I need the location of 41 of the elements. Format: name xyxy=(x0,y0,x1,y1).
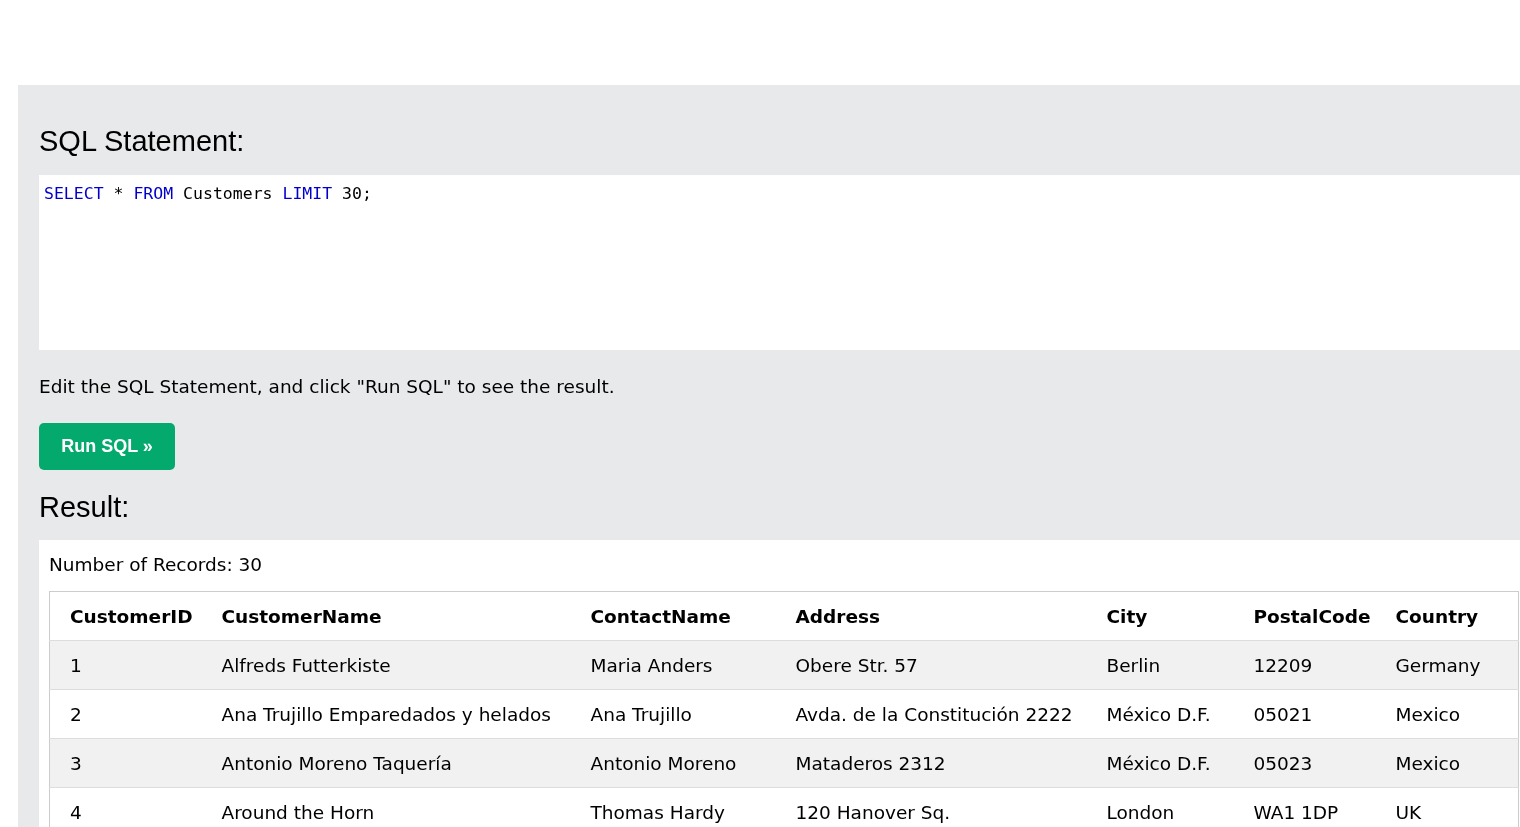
record-count-text: Number of Records: 30 xyxy=(49,553,263,577)
table-cell: 4 xyxy=(49,787,202,827)
column-header: ContactName xyxy=(570,591,776,641)
column-header: City xyxy=(1086,591,1234,641)
section-heading: Result: xyxy=(39,490,130,525)
table-cell: Ana Trujillo Emparedados y helados xyxy=(201,689,571,739)
table-cell: 3 xyxy=(49,738,202,788)
table-cell: 05021 xyxy=(1233,689,1376,739)
table-cell: Maria Anders xyxy=(570,640,776,690)
sql-editor-field[interactable]: SELECT * FROM Customers LIMIT 30; xyxy=(39,175,1520,350)
table-cell: Mexico xyxy=(1375,689,1519,739)
table-cell: Thomas Hardy xyxy=(570,787,776,827)
table-cell: 12209 xyxy=(1233,640,1376,690)
table-cell: Antonio Moreno xyxy=(570,738,776,788)
table-cell: Mexico xyxy=(1375,738,1519,788)
column-header: CustomerID xyxy=(49,591,202,641)
table-cell: 05023 xyxy=(1233,738,1376,788)
column-header: Address xyxy=(775,591,1087,641)
column-header: PostalCode xyxy=(1233,591,1376,641)
column-header: CustomerName xyxy=(201,591,571,641)
table-cell: 2 xyxy=(49,689,202,739)
instruction-text: Edit the SQL Statement, and click "Run SQL" to see the result. xyxy=(39,375,615,399)
table-cell: 120 Hanover Sq. xyxy=(775,787,1087,827)
table-cell: Mataderos 2312 xyxy=(775,738,1087,788)
table-cell: WA1 1DP xyxy=(1233,787,1376,827)
table-cell: Around the Horn xyxy=(201,787,571,827)
sql-code-line: SELECT * FROM Customers LIMIT 30; xyxy=(44,183,372,205)
table-cell: Avda. de la Constitución 2222 xyxy=(775,689,1087,739)
table-cell: UK xyxy=(1375,787,1519,827)
section-heading: SQL Statement: xyxy=(39,124,245,159)
table-cell: Alfreds Futterkiste xyxy=(201,640,571,690)
table-cell: Germany xyxy=(1375,640,1519,690)
table-cell: Obere Str. 57 xyxy=(775,640,1087,690)
table-cell: México D.F. xyxy=(1086,738,1234,788)
table-cell: Antonio Moreno Taquería xyxy=(201,738,571,788)
table-cell: 1 xyxy=(49,640,202,690)
table-cell: Ana Trujillo xyxy=(570,689,776,739)
column-header: Country xyxy=(1375,591,1519,641)
table-cell: México D.F. xyxy=(1086,689,1234,739)
table-cell: London xyxy=(1086,787,1234,827)
table-cell: Berlin xyxy=(1086,640,1234,690)
